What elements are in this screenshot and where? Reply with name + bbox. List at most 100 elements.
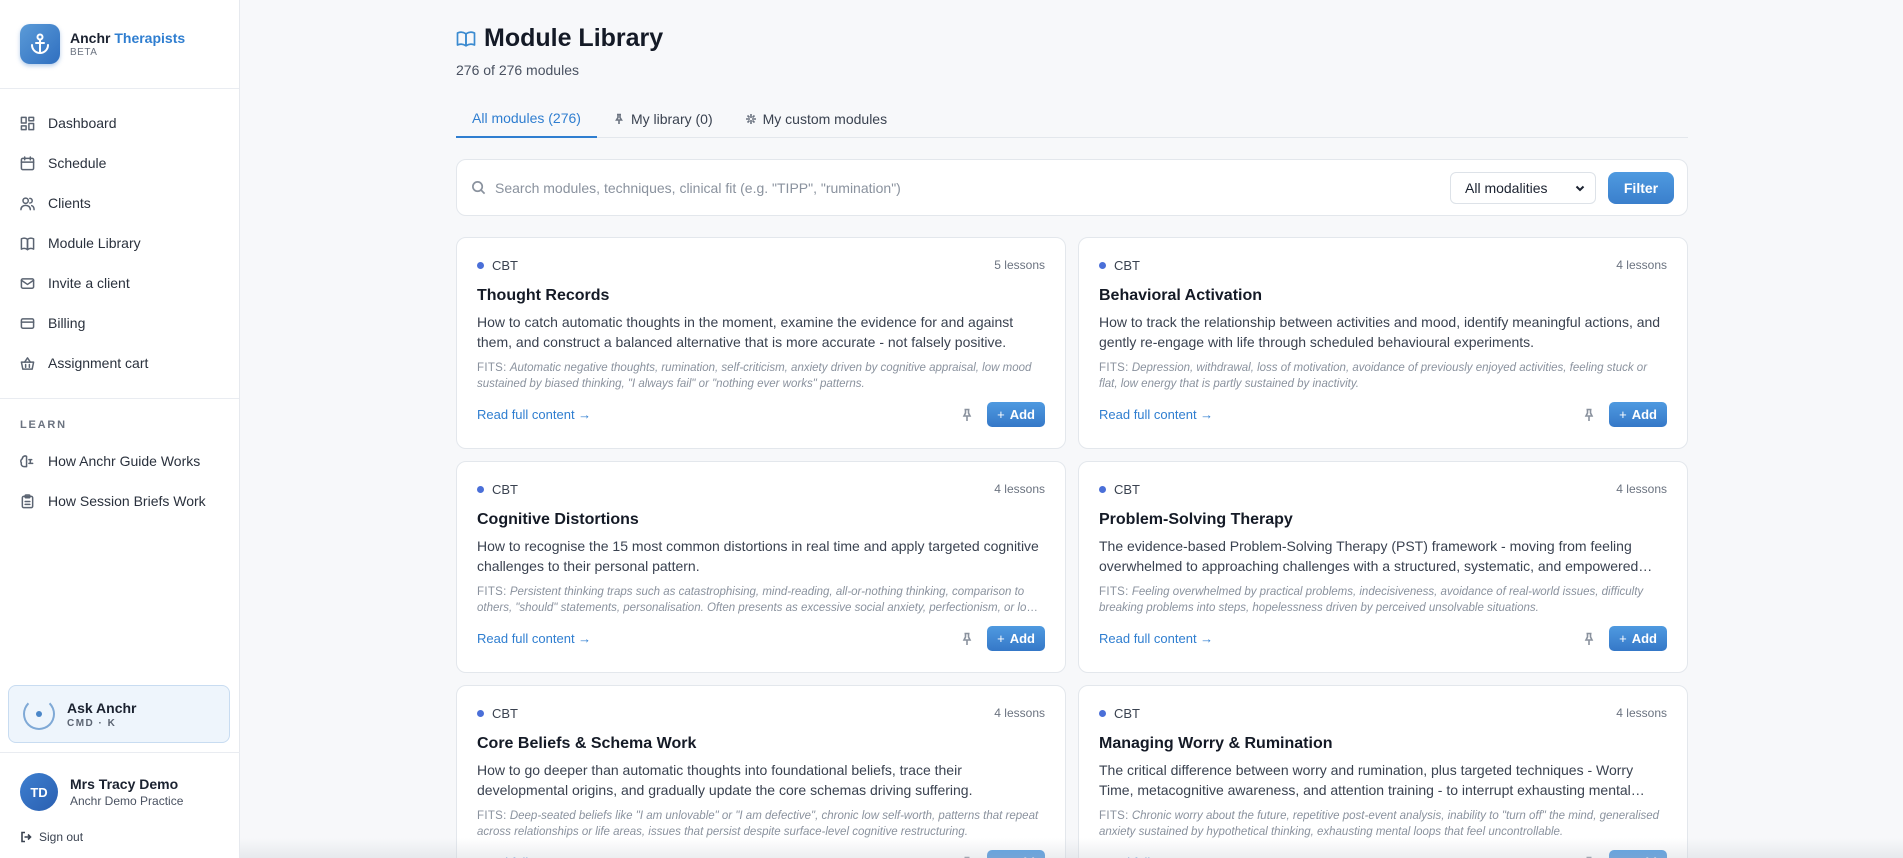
module-description: The critical difference between worry an… [1099,762,1634,798]
basket-icon [20,356,35,370]
read-full-content-link[interactable]: Read full content → [477,631,591,646]
lesson-count: 4 lessons [1616,482,1667,496]
modality-dot [1099,261,1106,269]
add-label: Add [1631,631,1657,646]
brand[interactable]: Anchr Therapists BETA [0,0,239,89]
search-icon [472,181,486,195]
module-title: Behavioral Activation [1099,287,1263,304]
fits-label: FITS: [477,586,507,598]
pin-icon[interactable] [960,408,974,422]
module-description: The evidence-based Problem-Solving Thera… [1099,538,1639,574]
modality-label: CBT [1114,257,1140,273]
nav-item-session-briefs[interactable]: How Session Briefs Work [0,481,239,521]
tab-my-library[interactable]: My library (0) [597,100,729,138]
fits-label: FITS: [477,810,507,822]
page-title: Module Library [484,24,664,52]
module-title: Cognitive Distortions [477,511,639,528]
add-module-button[interactable]: +Add [1609,402,1667,427]
tab-label: My custom modules [762,111,888,127]
main-nav: Dashboard Schedule Clients Module Librar… [0,89,239,383]
read-full-content-link[interactable]: Read full content → [1099,631,1213,646]
fits-label: FITS: [477,362,507,374]
user-profile[interactable]: TD Mrs Tracy Demo Anchr Demo Practice [20,773,183,811]
modality-dot [477,485,484,493]
module-title: Core Beliefs & Schema Work [477,735,697,752]
avatar: TD [20,773,58,811]
nav-item-guide[interactable]: How Anchr Guide Works [0,441,239,481]
pin-icon [615,113,623,124]
pin-icon[interactable] [1582,632,1596,646]
fits-label: FITS: [1099,810,1129,822]
add-module-button[interactable]: +Add [987,626,1045,651]
chevron-down-icon [1575,185,1585,191]
module-description: How to recognise the 15 most common dist… [477,538,1039,574]
add-module-button[interactable]: +Add [1609,850,1667,858]
sparkle-icon [745,114,756,124]
sign-out-icon [21,831,32,843]
modality-dot [1099,709,1106,717]
pin-icon[interactable] [960,632,974,646]
read-full-content-link[interactable]: Read full content → [1099,407,1213,422]
module-fits: FITS: Feeling overwhelmed by practical p… [1099,584,1667,616]
user-name: Mrs Tracy Demo [70,776,179,792]
nav-item-clients[interactable]: Clients [0,183,239,223]
anchor-icon [20,24,60,64]
module-title: Thought Records [477,287,610,304]
nav-item-label: Module Library [48,235,141,251]
nav-item-schedule[interactable]: Schedule [0,143,239,183]
calendar-icon [20,155,35,170]
module-description: How to go deeper than automatic thoughts… [477,762,973,798]
modality-select[interactable]: All modalities [1450,171,1596,204]
modality-label: CBT [1114,705,1140,721]
tab-all-modules[interactable]: All modules (276) [456,100,597,138]
search-input[interactable] [495,179,1450,196]
modality-tag: CBT [477,258,518,273]
lesson-count: 4 lessons [1616,258,1667,272]
add-label: Add [1009,631,1035,646]
module-title: Managing Worry & Rumination [1099,735,1333,752]
fits-text: Automatic negative thoughts, rumination,… [477,362,1032,390]
module-card: CBT 4 lessons Managing Worry & Ruminatio… [1078,685,1688,858]
fits-text: Persistent thinking traps such as catast… [477,586,1035,614]
add-module-button[interactable]: +Add [987,850,1045,858]
dashboard-icon [20,116,35,130]
pin-icon[interactable] [1582,408,1596,422]
ask-anchr-button[interactable]: Ask Anchr CMD · K [8,685,230,743]
nav-item-dashboard[interactable]: Dashboard [0,103,239,143]
sidebar: Anchr Therapists BETA Dashboard Schedule… [0,0,240,858]
add-module-button[interactable]: +Add [987,402,1045,427]
tab-my-custom-modules[interactable]: My custom modules [729,100,903,138]
add-label: Add [1631,407,1657,422]
nav-item-label: Schedule [48,155,107,171]
sign-out-label: Sign out [39,830,84,844]
mail-icon [20,277,35,289]
module-description: How to catch automatic thoughts in the m… [477,314,1014,350]
nav-item-module-library[interactable]: Module Library [0,223,239,263]
module-card: CBT 4 lessons Problem-Solving Therapy Th… [1078,461,1688,673]
add-module-button[interactable]: +Add [1609,626,1667,651]
ask-anchr-title: Ask Anchr [67,699,137,716]
modality-dot [477,261,484,269]
filter-button[interactable]: Filter [1608,171,1674,204]
user-practice: Anchr Demo Practice [70,794,184,808]
read-full-content-link[interactable]: Read full content → [477,407,591,422]
module-card: CBT 4 lessons Behavioral Activation How … [1078,237,1688,449]
modality-tag: CBT [477,706,518,721]
sign-out-link[interactable]: Sign out [20,830,83,844]
lesson-count: 4 lessons [994,482,1045,496]
module-fits: FITS: Depression, withdrawal, loss of mo… [1099,360,1667,392]
nav-item-assignment-cart[interactable]: Assignment cart [0,343,239,383]
nav-item-invite-client[interactable]: Invite a client [0,263,239,303]
modality-label: CBT [1114,481,1140,497]
nav-item-billing[interactable]: Billing [0,303,239,343]
brain-icon [20,454,34,467]
fits-label: FITS: [1099,586,1129,598]
nav-item-label: Clients [48,195,91,211]
modality-label: CBT [492,257,518,273]
nav-item-label: Dashboard [48,115,117,131]
credit-card-icon [20,317,35,329]
book-open-icon [456,30,476,47]
add-label: Add [1009,407,1035,422]
nav-item-label: Invite a client [48,275,130,291]
nav-item-label: How Session Briefs Work [48,493,206,509]
